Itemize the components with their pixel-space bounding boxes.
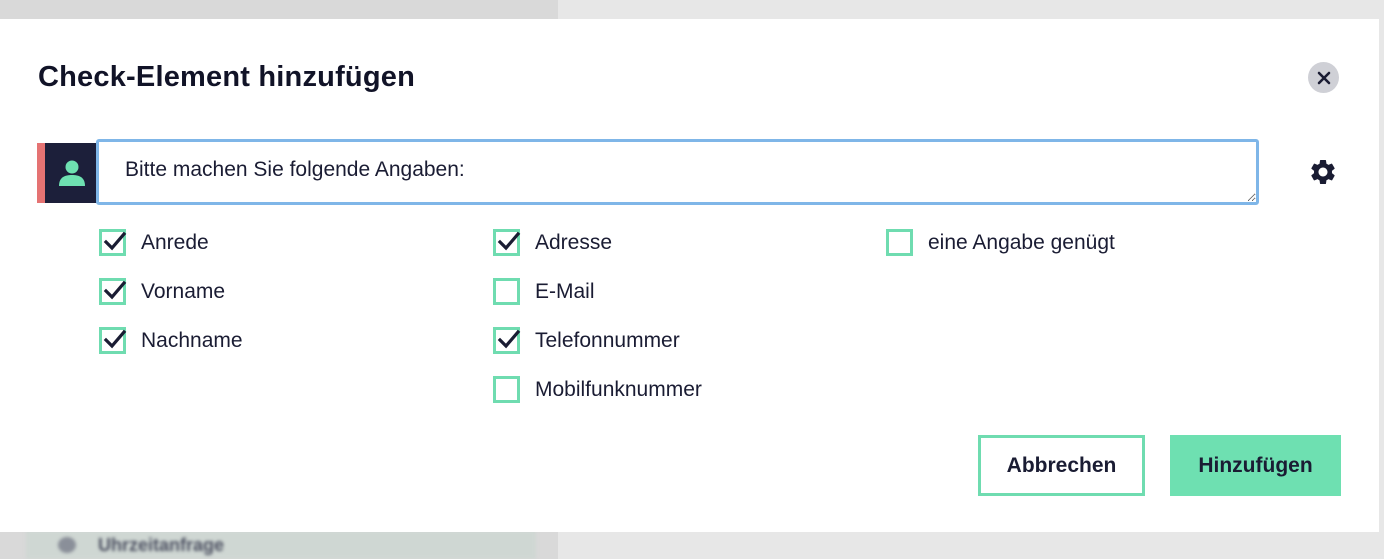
message-accent-bar — [37, 143, 45, 203]
checkbox-email[interactable]: E-Mail — [493, 278, 595, 305]
checkbox-anrede[interactable]: Anrede — [99, 229, 209, 256]
checkbox-box[interactable] — [886, 229, 913, 256]
checkbox-box[interactable] — [99, 327, 127, 354]
close-button[interactable] — [1308, 62, 1339, 93]
close-icon — [1317, 71, 1330, 84]
checkbox-label: Vorname — [141, 279, 226, 303]
cancel-button[interactable]: Abbrechen — [978, 435, 1145, 496]
checkbox-label: Telefonnummer — [535, 328, 680, 352]
checkbox-box[interactable] — [493, 327, 521, 354]
checkbox-box[interactable] — [99, 229, 127, 256]
checkbox-telefonnummer[interactable]: Telefonnummer — [493, 327, 680, 354]
clock-icon — [58, 537, 76, 553]
add-check-element-dialog: Check-Element hinzufügen Anrede Vorname … — [0, 19, 1379, 532]
checkbox-label: Nachname — [141, 328, 243, 352]
checkbox-box[interactable] — [493, 376, 520, 403]
checkbox-mobilfunknummer[interactable]: Mobilfunknummer — [493, 376, 702, 403]
checkbox-box[interactable] — [99, 278, 127, 305]
checkbox-label: Adresse — [535, 230, 613, 254]
checkbox-nachname[interactable]: Nachname — [99, 327, 243, 354]
checkbox-label: Anrede — [141, 230, 209, 254]
checkbox-vorname[interactable]: Vorname — [99, 278, 225, 305]
message-textarea[interactable] — [96, 139, 1259, 205]
background-list-item-label: Uhrzeitanfrage — [98, 535, 225, 555]
checkmark-icon — [497, 231, 521, 251]
checkmark-icon — [103, 231, 127, 251]
dialog-title: Check-Element hinzufügen — [38, 61, 415, 93]
checkbox-label: eine Angabe genügt — [928, 230, 1115, 254]
checkmark-icon — [103, 329, 127, 349]
checkbox-box[interactable] — [493, 229, 521, 256]
add-button[interactable]: Hinzufügen — [1170, 435, 1341, 496]
gear-icon — [1311, 160, 1335, 184]
checkbox-label: Mobilfunknummer — [535, 377, 702, 401]
checkbox-box[interactable] — [493, 278, 520, 305]
avatar — [45, 143, 98, 203]
checkbox-label: E-Mail — [535, 279, 595, 303]
checkmark-icon — [103, 280, 127, 300]
checkbox-adresse[interactable]: Adresse — [493, 229, 612, 256]
user-icon — [58, 160, 85, 186]
settings-button[interactable] — [1307, 156, 1339, 188]
checkmark-icon — [497, 329, 521, 349]
checkbox-eine-angabe-genuegt[interactable]: eine Angabe genügt — [886, 229, 1115, 256]
